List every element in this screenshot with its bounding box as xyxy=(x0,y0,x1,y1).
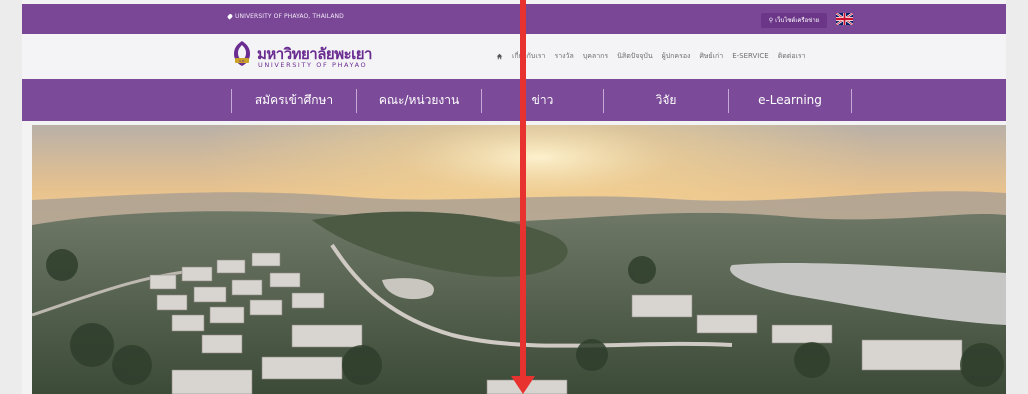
nav-e-learning[interactable]: e-Learning xyxy=(729,79,851,121)
top-bar: UNIVERSITY OF PHAYAO, THAILAND ⚲ เว็บไซต… xyxy=(22,4,1006,34)
webpage: UNIVERSITY OF PHAYAO, THAILAND ⚲ เว็บไซต… xyxy=(22,0,1006,394)
nav-divider xyxy=(851,89,852,113)
location-label: UNIVERSITY OF PHAYAO, THAILAND xyxy=(235,13,344,20)
university-name-english: UNIVERSITY OF PHAYAO xyxy=(258,61,368,69)
university-logo[interactable]: ม.พ. มหาวิทยาลัยพะเยา UNIVERSITY OF PHAY… xyxy=(231,40,391,74)
location-text: UNIVERSITY OF PHAYAO, THAILAND xyxy=(226,13,344,20)
pin-icon xyxy=(226,13,234,20)
main-navigation: สมัครเข้าศึกษา คณะ/หน่วยงาน ข่าว วิจัย e… xyxy=(22,79,1006,121)
top-nav-staff[interactable]: บุคลากร xyxy=(583,51,608,62)
top-nav-alumni[interactable]: ศิษย์เก่า xyxy=(699,51,723,62)
top-navigation: เกี่ยวกับเรา รางวัล บุคลากร นิสิตปัจจุบั… xyxy=(496,50,806,62)
nav-news[interactable]: ข่าว xyxy=(482,79,603,121)
nav-faculties[interactable]: คณะ/หน่วยงาน xyxy=(357,79,481,121)
uk-flag-icon[interactable] xyxy=(836,13,853,25)
top-nav-e-service[interactable]: E-SERVICE xyxy=(732,52,768,60)
top-nav-about[interactable]: เกี่ยวกับเรา xyxy=(512,51,545,62)
nav-admission[interactable]: สมัครเข้าศึกษา xyxy=(232,79,356,121)
svg-text:ม.พ.: ม.พ. xyxy=(239,59,245,63)
hero-campus-photo xyxy=(32,125,1006,394)
network-websites-label: เว็บไซต์เครือข่าย xyxy=(775,17,820,24)
top-nav-contact[interactable]: ติดต่อเรา xyxy=(778,51,806,62)
header: ม.พ. มหาวิทยาลัยพะเยา UNIVERSITY OF PHAY… xyxy=(22,34,1006,79)
top-nav-awards[interactable]: รางวัล xyxy=(554,51,573,62)
university-seal-icon: ม.พ. xyxy=(234,41,250,66)
top-nav-current-students[interactable]: นิสิตปัจจุบัน xyxy=(617,51,652,62)
network-websites-button[interactable]: ⚲ เว็บไซต์เครือข่าย xyxy=(761,13,827,28)
nav-research[interactable]: วิจัย xyxy=(604,79,728,121)
top-nav-parents[interactable]: ผู้ปกครอง xyxy=(662,51,691,62)
campus-aerial-photo xyxy=(32,125,1006,394)
home-icon[interactable] xyxy=(496,53,503,60)
